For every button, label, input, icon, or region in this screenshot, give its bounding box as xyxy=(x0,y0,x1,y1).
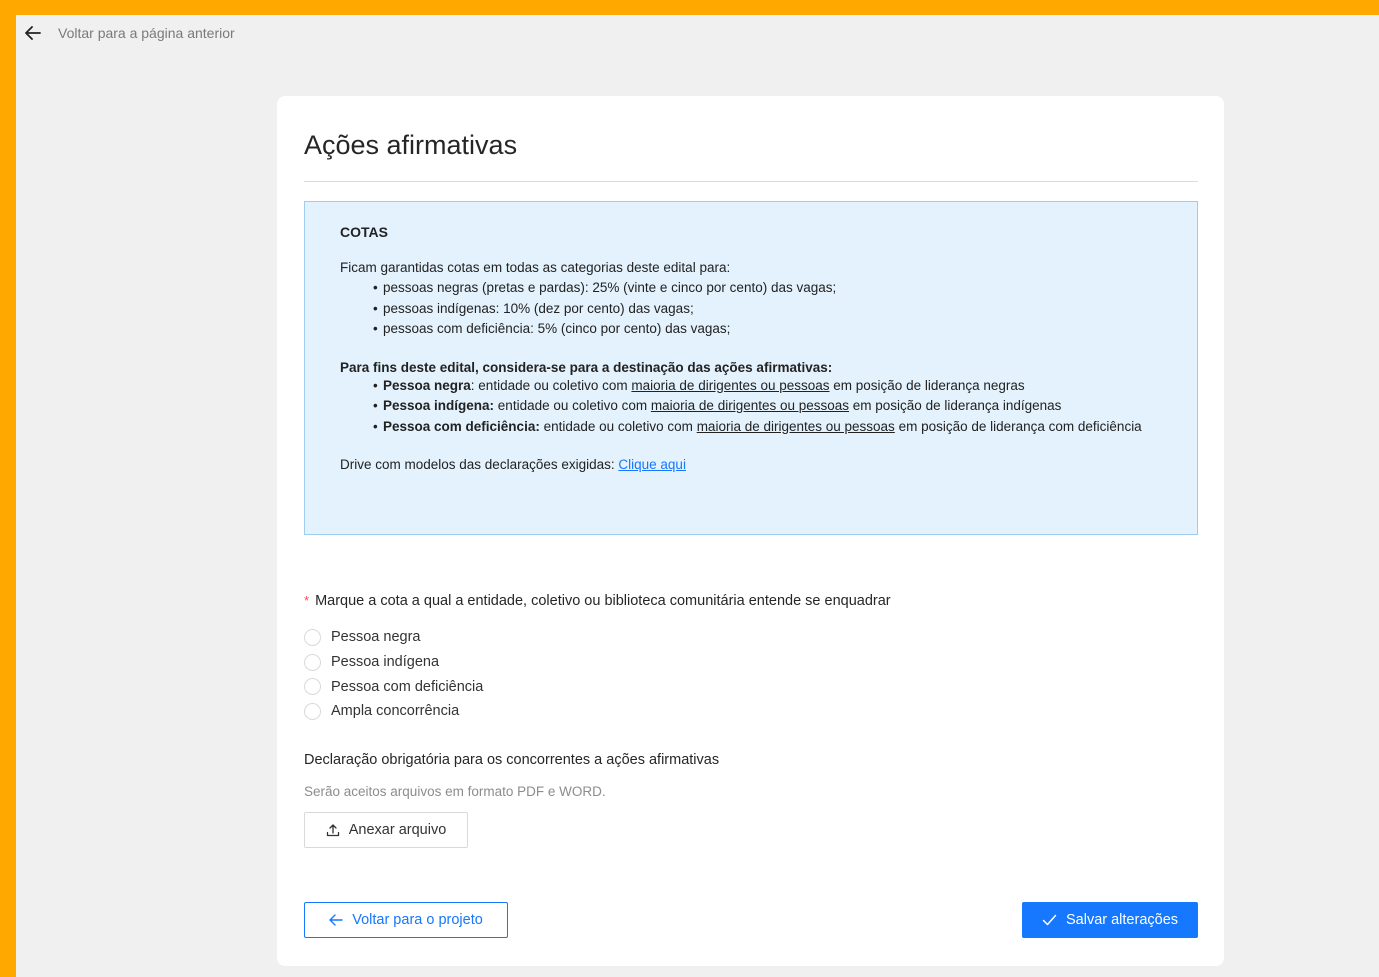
quota-item: pessoas negras (pretas e pardas): 25% (v… xyxy=(373,278,1162,299)
definition-post: em posição de liderança indígenas xyxy=(849,398,1062,413)
attach-file-button[interactable]: Anexar arquivo xyxy=(304,812,468,848)
quota-item: pessoas indígenas: 10% (dez por cento) d… xyxy=(373,299,1162,320)
definition-term: Pessoa negra xyxy=(383,377,471,393)
definition-term: Pessoa com deficiência: xyxy=(383,418,540,434)
form-card: Ações afirmativas COTAS Ficam garantidas… xyxy=(277,96,1224,966)
quota-question: * Marque a cota a qual a entidade, coleti… xyxy=(304,593,891,609)
definition-post: em posição de liderança negras xyxy=(829,377,1025,393)
quota-radio-group: Pessoa negra Pessoa indígena Pessoa com … xyxy=(304,625,483,724)
definition-pre: entidade ou coletivo com xyxy=(494,398,651,413)
save-changes-button[interactable]: Salvar alterações xyxy=(1022,902,1198,938)
title-divider xyxy=(304,181,1198,182)
info-intro: Ficam garantidas cotas em todas as categ… xyxy=(340,260,731,275)
quota-list: pessoas negras (pretas e pardas): 25% (v… xyxy=(373,278,1162,340)
info-heading: COTAS xyxy=(340,224,388,240)
quota-question-label: Marque a cota a qual a entidade, coletiv… xyxy=(315,593,891,609)
app-frame: Voltar para a página anterior Ações afir… xyxy=(16,15,1379,977)
declaration-title: Declaração obrigatória para os concorren… xyxy=(304,752,720,768)
drive-text: Drive com modelos das declarações exigid… xyxy=(340,457,619,472)
definition-term: Pessoa indígena: xyxy=(383,398,495,413)
arrow-left-icon xyxy=(24,24,42,42)
definition-pre: entidade ou coletivo com xyxy=(539,418,697,434)
back-to-previous-label: Voltar para a página anterior xyxy=(58,25,235,41)
definition-underline: maioria de dirigentes ou pessoas xyxy=(631,377,830,393)
radio-option-ampla-concorrencia[interactable]: Ampla concorrência xyxy=(304,699,483,724)
radio-label: Pessoa negra xyxy=(331,629,421,646)
radio-circle[interactable] xyxy=(304,702,321,720)
definitions-lead: Para fins deste edital, considera-se par… xyxy=(340,359,833,375)
radio-label: Pessoa com deficiência xyxy=(331,678,484,695)
definition-item: Pessoa negra: entidade ou coletivo com m… xyxy=(373,376,1162,397)
back-to-project-label: Voltar para o projeto xyxy=(352,912,483,928)
radio-option-pessoa-indigena[interactable]: Pessoa indígena xyxy=(304,650,483,675)
arrow-left-icon xyxy=(329,914,343,926)
radio-label: Pessoa indígena xyxy=(331,654,440,671)
required-mark: * xyxy=(304,593,310,608)
back-to-project-button[interactable]: Voltar para o projeto xyxy=(304,902,508,938)
attach-file-label: Anexar arquivo xyxy=(348,822,447,838)
save-changes-label: Salvar alterações xyxy=(1065,912,1179,928)
definition-item: Pessoa com deficiência: entidade ou cole… xyxy=(373,417,1162,438)
drive-line: Drive com modelos das declarações exigid… xyxy=(340,457,1162,472)
definitions-list: Pessoa negra: entidade ou coletivo com m… xyxy=(373,376,1162,438)
definition-underline: maioria de dirigentes ou pessoas xyxy=(696,418,895,434)
radio-label: Ampla concorrência xyxy=(331,703,460,720)
definitions-block: Para fins deste edital, considera-se par… xyxy=(340,360,1162,438)
radio-circle[interactable] xyxy=(304,628,321,646)
definition-item: Pessoa indígena: entidade ou coletivo co… xyxy=(373,396,1162,417)
quota-item: pessoas com deficiência: 5% (cinco por c… xyxy=(373,319,1162,340)
radio-circle[interactable] xyxy=(304,678,321,696)
quota-info-box: COTAS Ficam garantidas cotas em todas as… xyxy=(304,201,1198,535)
definition-underline: maioria de dirigentes ou pessoas xyxy=(650,398,850,413)
drive-link[interactable]: Clique aqui xyxy=(618,457,686,472)
declaration-hint: Serão aceitos arquivos em formato PDF e … xyxy=(304,784,606,799)
radio-option-pessoa-com-deficiencia[interactable]: Pessoa com deficiência xyxy=(304,674,483,699)
page-title: Ações afirmativas xyxy=(304,130,518,160)
check-icon xyxy=(1042,914,1057,926)
back-to-previous-link[interactable]: Voltar para a página anterior xyxy=(24,24,235,42)
radio-option-pessoa-negra[interactable]: Pessoa negra xyxy=(304,625,483,650)
definition-post: em posição de liderança com deficiência xyxy=(894,418,1142,434)
radio-circle[interactable] xyxy=(304,653,321,671)
definition-pre: : entidade ou coletivo com xyxy=(470,377,632,393)
upload-icon xyxy=(326,823,340,837)
top-bar: Voltar para a página anterior xyxy=(16,15,1379,51)
